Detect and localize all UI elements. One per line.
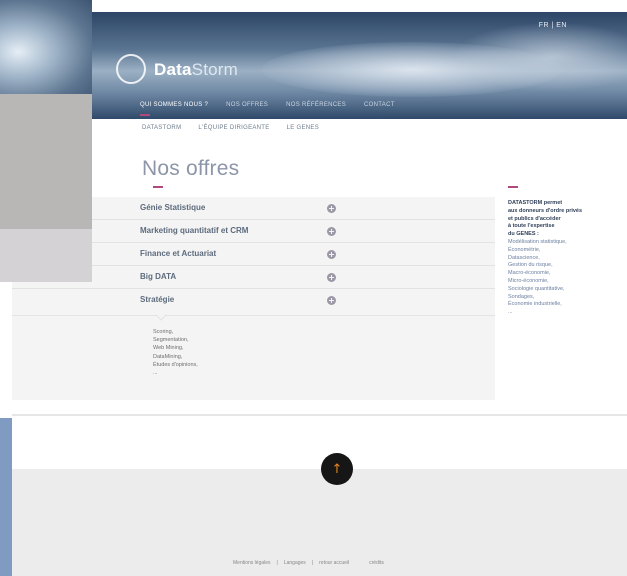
subnav-item-datastorm[interactable]: DATASTORM	[142, 125, 181, 131]
site-logo[interactable]: DataStorm	[154, 60, 238, 80]
panel-list-item: ...	[153, 370, 158, 377]
open-panel-content: Scoring, Segmentation, Web Mining, DataM…	[153, 328, 198, 377]
background-window-fragment	[0, 0, 92, 282]
footer-link-mentions[interactable]: Mentions légales	[233, 560, 271, 566]
sidebar-expertise-item: ...	[508, 309, 513, 316]
sidebar-expertise-item: Sociologie quantitative,	[508, 285, 565, 292]
scroll-to-top-button[interactable]: ↑	[321, 453, 353, 485]
lang-separator: |	[551, 22, 554, 29]
logo-thin-text: Storm	[191, 60, 238, 79]
panel-list-item: Scoring,	[153, 329, 174, 335]
sidebar-expertise-item: Économie industrielle,	[508, 301, 562, 308]
panel-list-item: Études d'opinions,	[153, 361, 198, 368]
logo-bold-text: Data	[154, 60, 192, 79]
footer-links: Mentions légales | Langages | retour acc…	[233, 560, 384, 566]
sidebar-expertise-item: Macro-économie,	[508, 270, 551, 277]
title-accent-bar	[153, 186, 163, 188]
main-nav: QUI SOMMES NOUS ? NOS OFFRES NOS RÉFÉREN…	[140, 102, 395, 116]
expand-plus-icon[interactable]	[327, 227, 336, 236]
site-header: DataStorm FR | EN QUI SOMMES NOUS ? NOS …	[92, 12, 627, 119]
sidebar-expertise-item: Datascience,	[508, 254, 540, 261]
sidebar-text: DATASTORM permet aux donneurs d'ordre pr…	[508, 200, 618, 317]
language-switcher: FR | EN	[539, 22, 567, 29]
nav-item-nos-offres[interactable]: NOS OFFRES	[226, 102, 268, 108]
nav-active-indicator	[140, 114, 150, 116]
logo-ring-icon[interactable]	[116, 54, 146, 84]
nav-item-contact[interactable]: CONTACT	[364, 102, 395, 108]
arrow-up-icon: ↑	[331, 461, 343, 477]
sidebar-intro-line: à toute l'expertise	[508, 223, 555, 230]
page-title: Nos offres	[142, 157, 240, 180]
background-window-panel-lower	[0, 229, 92, 282]
accordion-item-label: Marketing quantitatif et CRM	[140, 226, 249, 235]
footer-link-retour-accueil[interactable]: retour accueil	[319, 560, 349, 566]
nav-item-qui-sommes-nous[interactable]: QUI SOMMES NOUS ?	[140, 102, 208, 108]
sidebar-intro-line: aux donneurs d'ordre privés	[508, 207, 583, 214]
subnav-item-genes[interactable]: LE GENES	[287, 125, 319, 131]
sidebar-expertise-item: Économétrie,	[508, 246, 541, 253]
accordion-item-label: Stratégie	[140, 295, 175, 304]
sidebar-intro-line: du GENES :	[508, 231, 539, 238]
panel-list-item: Web Mining,	[153, 345, 184, 352]
sidebar-intro-line: et publics d'accéder	[508, 215, 561, 222]
sidebar-expertise-item: Modélisation statistique,	[508, 238, 567, 245]
background-storm-image	[0, 0, 92, 94]
accordion-item-label: Génie Statistique	[140, 203, 206, 212]
accordion-item-label: Finance et Actuariat	[140, 249, 217, 258]
accordion-item-label: Big DATA	[140, 272, 177, 281]
footer-link-langages[interactable]: Langages	[284, 560, 306, 566]
footer-separator: |	[276, 560, 278, 566]
expand-plus-icon[interactable]	[327, 250, 336, 259]
sidebar-intro-line: DATASTORM permet	[508, 200, 563, 206]
sidebar-expertise-item: Micro-économie,	[508, 277, 549, 284]
background-window-edge	[0, 418, 12, 576]
expand-plus-icon[interactable]	[327, 273, 336, 282]
background-window-panel	[0, 94, 92, 229]
lang-fr-link[interactable]: FR	[539, 22, 549, 29]
panel-divider	[12, 315, 495, 316]
nav-item-nos-references[interactable]: NOS RÉFÉRENCES	[286, 102, 346, 108]
footer-link-credits[interactable]: crédits	[369, 560, 384, 566]
expand-plus-icon[interactable]	[327, 296, 336, 305]
content-bottom-divider	[12, 414, 627, 416]
footer-separator: |	[311, 560, 314, 566]
sidebar-accent-bar	[508, 186, 518, 188]
lang-en-link[interactable]: EN	[556, 22, 567, 29]
expand-plus-icon[interactable]	[327, 204, 336, 213]
panel-list-item: Segmentation,	[153, 337, 189, 344]
panel-list-item: DataMining,	[153, 353, 183, 360]
accordion-item-strategie[interactable]: Stratégie	[12, 289, 495, 312]
subnav-item-equipe[interactable]: L'ÉQUIPE DIRIGEANTE	[198, 125, 269, 131]
sidebar-expertise-item: Gestion du risque,	[508, 262, 553, 269]
sub-nav: DATASTORM L'ÉQUIPE DIRIGEANTE LE GENES	[92, 119, 627, 137]
